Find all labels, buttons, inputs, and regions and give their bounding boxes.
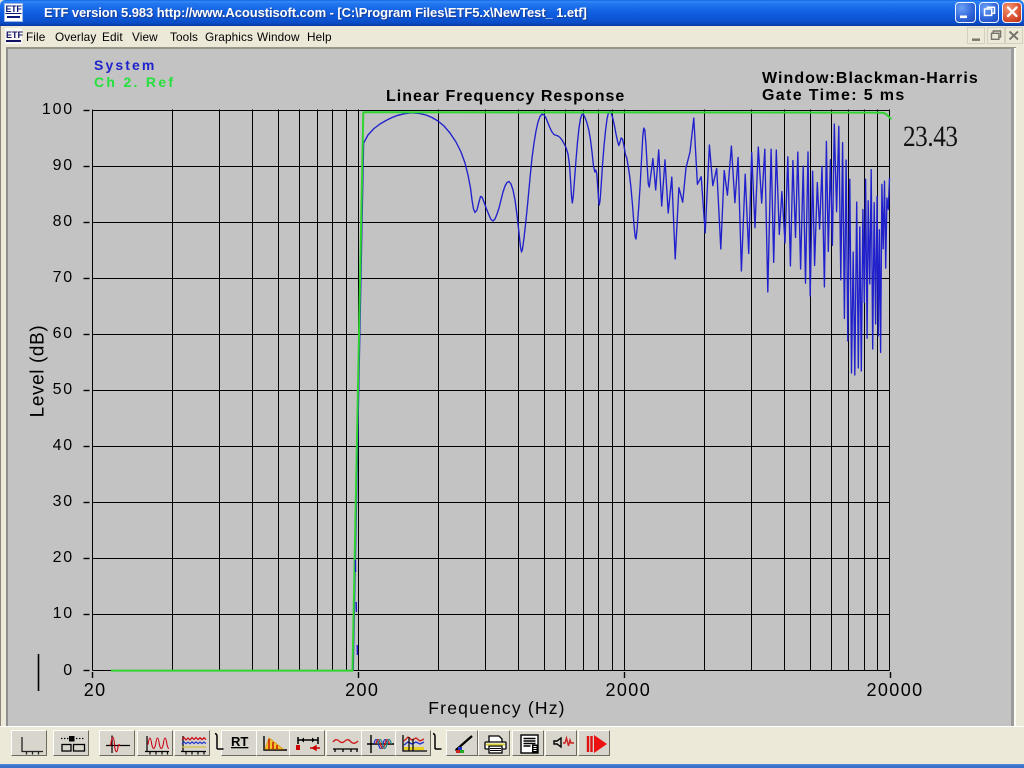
svg-text:RT: RT <box>231 734 248 749</box>
